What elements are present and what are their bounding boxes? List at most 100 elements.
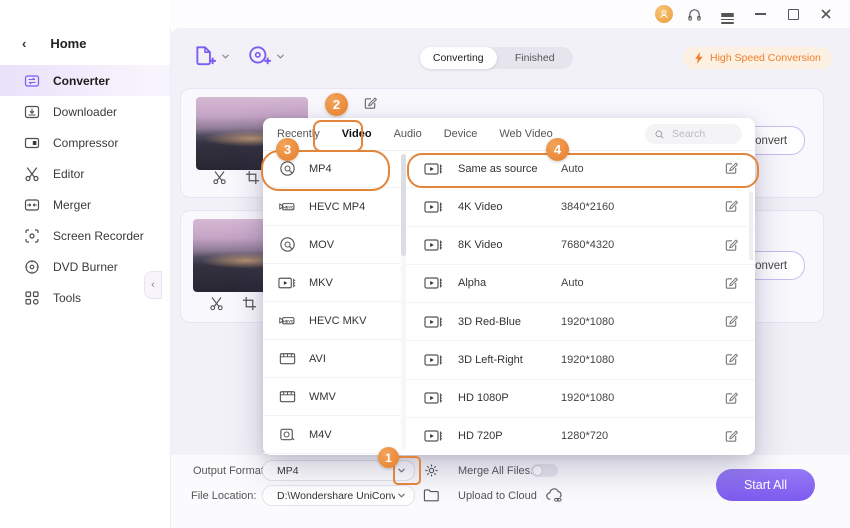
trim-icon[interactable] <box>209 296 224 311</box>
format-label: MOV <box>309 238 335 251</box>
crop-icon[interactable] <box>242 296 257 311</box>
video-frame-icon <box>424 428 444 444</box>
add-files-button[interactable] <box>193 45 230 67</box>
sidebar-item-label: Converter <box>53 73 110 88</box>
sidebar-item-label: Compressor <box>53 135 119 150</box>
lightning-icon <box>694 51 704 65</box>
video-frame-icon <box>424 161 444 177</box>
annotation-step-3-badge: 3 <box>276 138 299 161</box>
resolution-value: Auto <box>561 162 584 175</box>
film-format-icon <box>278 387 297 406</box>
tab-device[interactable]: Device <box>433 128 489 140</box>
toggle-knob <box>532 465 543 476</box>
start-all-button[interactable]: Start All <box>716 469 815 501</box>
edit-icon[interactable] <box>724 352 739 367</box>
resolution-value: 3840*2160 <box>561 200 615 213</box>
rename-icon[interactable] <box>363 96 378 111</box>
chevron-down-icon[interactable] <box>397 466 406 475</box>
add-disc-icon <box>248 45 272 67</box>
sidebar-item-label: Merger <box>53 197 92 212</box>
format-item-hevc-mkv[interactable]: HEVC MKV <box>263 302 401 340</box>
trim-icon[interactable] <box>212 170 227 185</box>
sidebar-item-compressor[interactable]: Compressor <box>0 127 170 158</box>
support-button[interactable] <box>682 3 706 25</box>
edit-icon[interactable] <box>724 314 739 329</box>
video-frame-icon <box>424 199 444 215</box>
format-item-mov[interactable]: MOV <box>263 226 401 264</box>
format-item-m4v[interactable]: M4V <box>263 416 401 454</box>
annotation-step-2-badge: 2 <box>325 93 348 116</box>
format-search-box[interactable] <box>645 124 742 144</box>
format-label: M4V <box>309 428 332 441</box>
hevc-format-icon <box>278 197 297 216</box>
home-nav[interactable]: ‹ Home <box>0 0 170 65</box>
tab-recently[interactable]: Recently <box>266 128 331 140</box>
tab-converting[interactable]: Converting <box>420 47 497 69</box>
chevron-down-icon[interactable] <box>397 491 406 500</box>
sidebar-item-downloader[interactable]: Downloader <box>0 96 170 127</box>
format-item-wmv[interactable]: WMV <box>263 378 401 416</box>
sidebar-item-editor[interactable]: Editor <box>0 158 170 189</box>
chevron-down-icon <box>221 52 230 61</box>
sidebar-item-converter[interactable]: Converter <box>0 65 170 96</box>
format-item-avi[interactable]: AVI <box>263 340 401 378</box>
disc-format-icon <box>278 235 297 254</box>
maximize-button[interactable] <box>781 3 805 25</box>
resolution-item-same-as-source[interactable]: Same as source Auto <box>406 150 755 260</box>
format-item-hevc-mp4[interactable]: HEVC MP4 <box>263 188 401 226</box>
menu-button[interactable] <box>715 3 739 25</box>
converter-icon <box>24 73 40 89</box>
resolution-item-3d-left-right[interactable]: 3D Left-Right 1920*1080 <box>406 341 755 380</box>
resolution-item-4k[interactable]: 4K Video 3840*2160 <box>406 188 755 227</box>
dvd-burner-icon <box>24 259 40 275</box>
edit-icon[interactable] <box>724 161 739 176</box>
high-speed-conversion-button[interactable]: High Speed Conversion <box>683 47 832 69</box>
edit-icon[interactable] <box>724 391 739 406</box>
resolution-label: Alpha <box>458 277 487 290</box>
compressor-icon <box>24 135 40 151</box>
edit-icon[interactable] <box>724 429 739 444</box>
tab-audio[interactable]: Audio <box>383 128 433 140</box>
resolution-label: HD 720P <box>458 430 503 443</box>
resolution-item-alpha[interactable]: Alpha Auto <box>406 265 755 303</box>
folder-icon[interactable] <box>423 487 440 503</box>
minimize-button[interactable] <box>748 3 772 25</box>
person-icon <box>658 8 670 20</box>
film-format-icon <box>278 349 297 368</box>
search-input[interactable] <box>670 127 736 141</box>
scrollbar-thumb[interactable] <box>401 154 406 256</box>
screen-recorder-icon <box>24 228 40 244</box>
cloud-icon[interactable] <box>545 487 564 504</box>
resolution-list: Same as source Auto 4K Video 3840*2160 8… <box>406 150 755 455</box>
resolution-item-hd-720p[interactable]: HD 720P 1280*720 <box>406 418 755 455</box>
crop-icon[interactable] <box>245 170 260 185</box>
tab-video[interactable]: Video <box>331 128 383 140</box>
annotation-step-1-badge: 1 <box>378 447 399 468</box>
sidebar-collapse-handle[interactable]: ‹ <box>144 271 162 299</box>
sidebar-item-screen-recorder[interactable]: Screen Recorder <box>0 220 170 251</box>
m4v-format-icon <box>278 425 297 444</box>
resolution-item-8k[interactable]: 8K Video 7680*4320 <box>406 227 755 265</box>
account-avatar[interactable] <box>655 5 673 23</box>
convert-status-tabs: Converting Finished <box>420 47 573 69</box>
format-item-mkv[interactable]: MKV <box>263 264 401 302</box>
resolution-item-3d-red-blue[interactable]: 3D Red-Blue 1920*1080 <box>406 303 755 342</box>
maximize-icon <box>787 8 799 20</box>
merger-icon <box>24 197 40 213</box>
edit-icon[interactable] <box>724 276 739 291</box>
resolution-value: Auto <box>561 277 584 290</box>
upload-to-cloud-label[interactable]: Upload to Cloud <box>458 490 537 502</box>
tab-finished[interactable]: Finished <box>497 47 574 69</box>
preference-gear-icon[interactable] <box>423 462 440 479</box>
merge-toggle[interactable] <box>531 464 558 477</box>
downloader-icon <box>24 104 40 120</box>
edit-icon[interactable] <box>724 238 739 253</box>
edit-icon[interactable] <box>724 199 739 214</box>
add-dvd-button[interactable] <box>248 45 285 67</box>
sidebar-item-merger[interactable]: Merger <box>0 189 170 220</box>
video-frame-icon <box>424 390 444 406</box>
sidebar-item-label: DVD Burner <box>53 259 118 274</box>
resolution-item-hd-1080p[interactable]: HD 1080P 1920*1080 <box>406 380 755 418</box>
close-button[interactable] <box>814 3 838 25</box>
file-location-dropdown[interactable]: D:\Wondershare UniConverter 1 <box>262 485 415 506</box>
